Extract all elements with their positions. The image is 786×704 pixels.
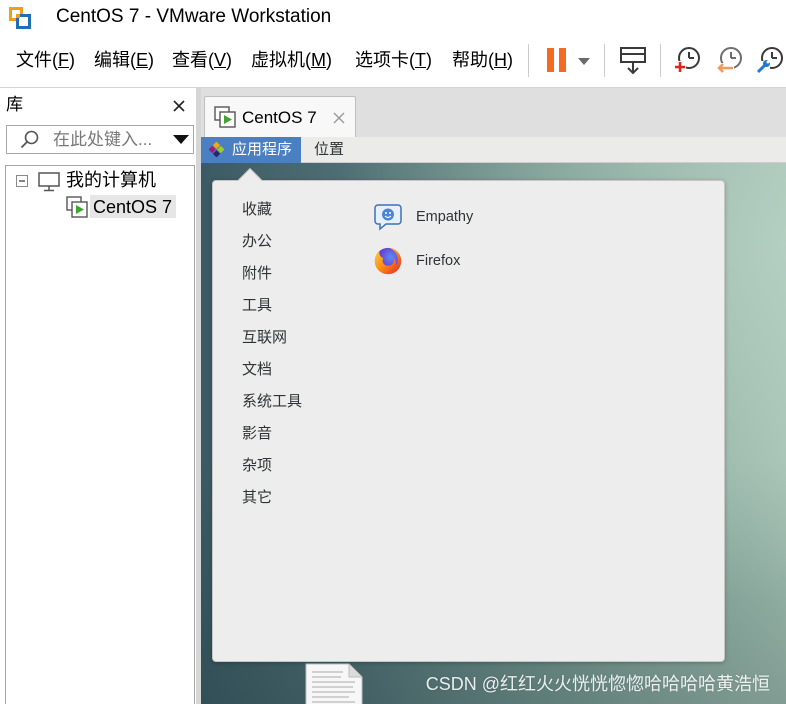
library-search[interactable]	[6, 125, 194, 154]
category-sundry[interactable]: 杂项	[242, 456, 272, 476]
app-firefox[interactable]: Firefox	[416, 251, 460, 271]
applications-menu-button[interactable]: 应用程序	[201, 137, 301, 163]
virtual-machine-icon	[214, 106, 236, 128]
applications-label: 应用程序	[232, 141, 293, 158]
chevron-down-icon[interactable]	[578, 58, 590, 65]
toolbar-separator	[528, 44, 529, 77]
watermark: CSDN @红红火火恍恍惚惚哈哈哈哈黄浩恒	[425, 674, 770, 694]
category-sound-video[interactable]: 影音	[242, 424, 272, 444]
category-internet[interactable]: 互联网	[242, 328, 287, 348]
category-documents[interactable]: 文档	[242, 360, 272, 380]
menu-help[interactable]: 帮助(H)	[452, 47, 513, 73]
category-accessories[interactable]: 附件	[242, 264, 272, 284]
tab-centos-7[interactable]: CentOS 7	[204, 96, 356, 137]
tree-item-label: CentOS 7	[93, 197, 173, 217]
guest-desktop: 收藏 办公 附件 工具 互联网 文档 系统工具 影音 杂项 其它 Empathy…	[201, 163, 786, 704]
tree-item-my-computer[interactable]: 我的计算机	[66, 169, 156, 191]
toolbar-separator	[660, 44, 661, 77]
library-panel: 库 在此处键入... 我的计算机 CentOS 7	[0, 88, 196, 704]
menu-pointer	[238, 168, 262, 181]
window-title: CentOS 7 - VMware Workstation	[56, 6, 332, 27]
category-office[interactable]: 办公	[242, 232, 272, 252]
category-system-tools[interactable]: 系统工具	[242, 392, 302, 412]
snapshot-manager-icon[interactable]	[756, 46, 784, 74]
close-icon[interactable]	[333, 112, 345, 124]
applications-menu: 收藏 办公 附件 工具 互联网 文档 系统工具 影音 杂项 其它 Empathy…	[212, 180, 725, 662]
category-favorites[interactable]: 收藏	[242, 200, 272, 220]
app-empathy[interactable]: Empathy	[416, 207, 473, 227]
centos-logo-icon	[209, 142, 224, 157]
menu-bar: 文件(F) 编辑(E) 查看(V) 虚拟机(M) 选项卡(T) 帮助(H)	[0, 35, 786, 88]
guest-top-bar: 应用程序 位置	[201, 137, 786, 163]
virtual-machine-icon	[66, 196, 88, 218]
search-icon	[20, 130, 39, 149]
vm-display[interactable]: 应用程序 位置 收藏 办公 附件 工具 互联网 文档 系统工具 影音 杂项 其它	[201, 137, 786, 704]
close-icon[interactable]	[173, 100, 185, 112]
tree-item-centos-7[interactable]: CentOS 7	[90, 195, 176, 218]
revert-snapshot-icon[interactable]	[715, 46, 743, 74]
library-title: 库	[6, 95, 23, 114]
menu-edit[interactable]: 编辑(E)	[94, 47, 154, 73]
empathy-icon[interactable]	[373, 202, 403, 232]
firefox-icon[interactable]	[373, 246, 403, 276]
pause-icon[interactable]	[547, 48, 567, 72]
menu-vm[interactable]: 虚拟机(M)	[251, 47, 332, 73]
menu-tabs[interactable]: 选项卡(T)	[355, 47, 432, 73]
category-utilities[interactable]: 工具	[242, 296, 272, 316]
menu-view[interactable]: 查看(V)	[172, 47, 232, 73]
vmware-workstation-logo-icon	[8, 6, 32, 30]
tab-label: CentOS 7	[242, 108, 317, 127]
places-menu-button[interactable]: 位置	[314, 137, 344, 163]
workspace: CentOS 7 应用程序 位置 收藏 办公 附件 工具 互联网 文档 系统工具…	[201, 88, 786, 704]
category-other[interactable]: 其它	[242, 488, 272, 508]
computer-icon	[38, 172, 60, 192]
take-snapshot-icon[interactable]	[673, 46, 701, 74]
title-bar: CentOS 7 - VMware Workstation	[0, 0, 786, 35]
menu-file[interactable]: 文件(F)	[16, 47, 75, 73]
toolbar-separator	[604, 44, 605, 77]
library-tree: 我的计算机 CentOS 7	[5, 165, 195, 704]
send-ctrl-alt-del-icon[interactable]	[619, 46, 647, 76]
collapse-icon[interactable]	[16, 175, 28, 187]
caret-down-icon[interactable]	[173, 135, 189, 144]
search-input[interactable]	[53, 128, 165, 151]
document-icon[interactable]	[305, 663, 363, 704]
